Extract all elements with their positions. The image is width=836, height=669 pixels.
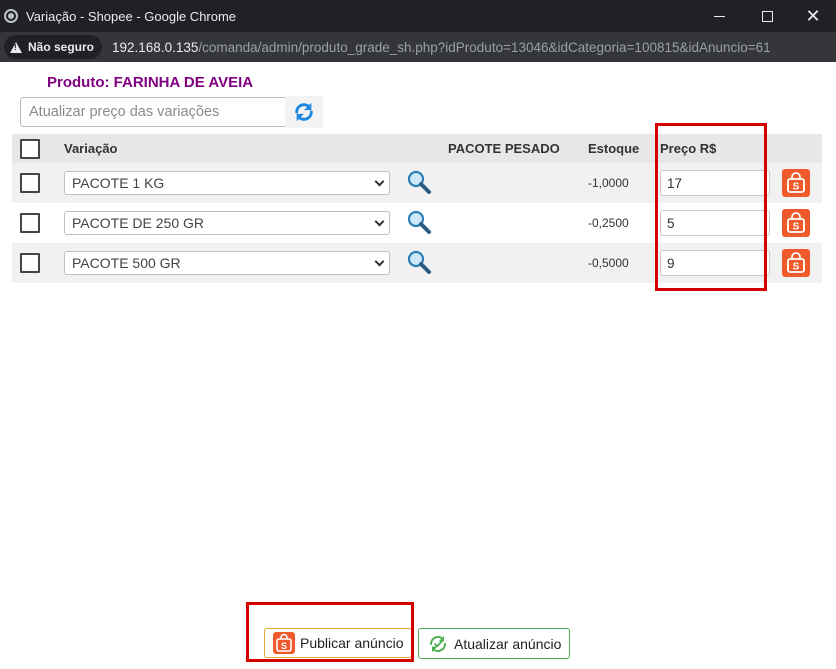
page-content: Produto: FARINHA DE AVEIA Variação PACOT… [0, 62, 836, 669]
shopee-bag-icon: S [787, 212, 805, 233]
stock-cell: -0,5000 [588, 243, 660, 283]
variations-table: Variação PACOTE PESADO Estoque Preço R$ … [12, 134, 822, 283]
security-indicator[interactable]: Não seguro [4, 35, 103, 59]
row-checkbox-cell [12, 163, 50, 203]
row-checkbox[interactable] [20, 253, 40, 273]
search-icon [407, 170, 431, 194]
attribute-cell [448, 243, 588, 283]
variation-select-value: PACOTE 500 GR [72, 255, 181, 271]
attribute-cell [448, 203, 588, 243]
publish-ad-label: Publicar anúncio [300, 635, 404, 651]
search-cell [392, 163, 448, 203]
svg-text:S: S [793, 262, 800, 273]
shopee-publish-variation-button[interactable]: S [782, 209, 810, 237]
search-variation-button[interactable] [406, 209, 432, 235]
table-row: PACOTE DE 250 GR -0,2500 5 S [12, 203, 822, 243]
chevron-down-icon [374, 216, 385, 226]
close-icon: ✕ [805, 6, 821, 26]
address-bar: Não seguro 192.168.0.135/comanda/admin/p… [0, 32, 836, 62]
window-title: Variação - Shopee - Google Chrome [26, 8, 237, 24]
url-path: /comanda/admin/produto_grade_sh.php?idPr… [198, 39, 771, 55]
variation-cell: PACOTE DE 250 GR [50, 203, 392, 243]
variation-select-value: PACOTE 1 KG [72, 175, 165, 191]
search-variation-button[interactable] [406, 169, 432, 195]
chevron-down-icon [374, 176, 385, 186]
search-icon [407, 250, 431, 274]
shopee-cell: S [782, 163, 822, 203]
price-cell [660, 163, 782, 203]
variation-cell: PACOTE 500 GR [50, 243, 392, 283]
maximize-button[interactable] [744, 0, 790, 32]
minimize-icon [713, 15, 725, 17]
header-variation: Variação [50, 134, 392, 163]
svg-text:S: S [793, 182, 800, 193]
variation-cell: PACOTE 1 KG [50, 163, 392, 203]
chevron-down-icon [374, 256, 385, 266]
table-header-row: Variação PACOTE PESADO Estoque Preço R$ [12, 134, 822, 163]
price-cell [660, 203, 782, 243]
price-input[interactable] [660, 250, 770, 276]
maximize-icon [761, 10, 773, 22]
select-all-checkbox[interactable] [20, 138, 40, 159]
refresh-icon [295, 102, 313, 122]
minimize-button[interactable] [696, 0, 742, 32]
variation-select[interactable]: PACOTE 500 GR [64, 251, 390, 275]
shopee-cell: S [782, 203, 822, 243]
header-shopee-spacer [782, 134, 822, 163]
url-host: 192.168.0.135 [112, 39, 199, 55]
variation-select-value: PACOTE DE 250 GR [72, 215, 205, 231]
close-button[interactable]: ✕ [790, 0, 836, 32]
svg-text:S: S [281, 641, 287, 651]
url-display[interactable]: 192.168.0.135/comanda/admin/produto_grad… [112, 40, 771, 55]
price-update-input[interactable] [20, 97, 286, 127]
warning-icon [10, 41, 22, 53]
row-checkbox[interactable] [20, 213, 40, 233]
window-titlebar: Variação - Shopee - Google Chrome ✕ [0, 0, 836, 32]
shopee-cell: S [782, 243, 822, 283]
search-cell [392, 243, 448, 283]
header-search-spacer [392, 134, 448, 163]
shopee-publish-variation-button[interactable]: S [782, 249, 810, 277]
svg-text:S: S [793, 222, 800, 233]
shopee-bag-icon: S [787, 252, 805, 273]
price-input[interactable] [660, 170, 770, 196]
shopee-bag-icon: S [273, 632, 295, 654]
price-input[interactable] [660, 210, 770, 236]
variation-select[interactable]: PACOTE DE 250 GR [64, 211, 390, 235]
sync-icon [430, 635, 446, 652]
stock-cell: -1,0000 [588, 163, 660, 203]
attribute-cell [448, 163, 588, 203]
chrome-app-icon [4, 9, 18, 23]
product-title: Produto: FARINHA DE AVEIA [47, 74, 254, 91]
search-icon [407, 210, 431, 234]
search-variation-button[interactable] [406, 249, 432, 275]
shopee-publish-variation-button[interactable]: S [782, 169, 810, 197]
publish-ad-button[interactable]: S Publicar anúncio [264, 628, 412, 658]
header-attribute: PACOTE PESADO [448, 134, 588, 163]
security-label: Não seguro [28, 40, 95, 54]
header-select-all-cell [12, 134, 50, 163]
variation-select[interactable]: PACOTE 1 KG [64, 171, 390, 195]
stock-cell: -0,2500 [588, 203, 660, 243]
row-checkbox-cell [12, 203, 50, 243]
header-stock: Estoque [588, 134, 660, 163]
refresh-prices-button[interactable] [285, 96, 323, 128]
table-row: PACOTE 1 KG -1,0000 17 S [12, 163, 822, 203]
update-ad-button[interactable]: Atualizar anúncio [418, 628, 570, 659]
shopee-bag-icon: S [787, 172, 805, 193]
price-cell [660, 243, 782, 283]
header-price: Preço R$ [660, 134, 782, 163]
update-ad-label: Atualizar anúncio [454, 635, 562, 652]
search-cell [392, 203, 448, 243]
table-row: PACOTE 500 GR -0,5000 9 S [12, 243, 822, 283]
row-checkbox-cell [12, 243, 50, 283]
row-checkbox[interactable] [20, 173, 40, 193]
